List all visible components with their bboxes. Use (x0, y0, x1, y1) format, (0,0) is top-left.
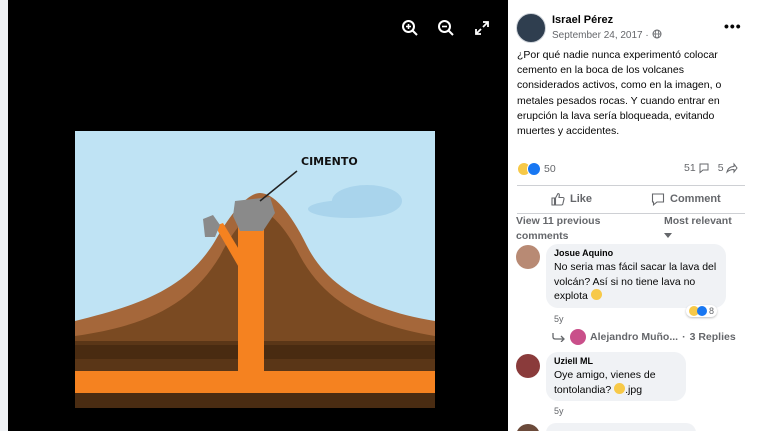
comment-text: No seria mas fácil sacar la lava del vol… (554, 260, 718, 304)
comment-bubble: Uziell ML Oye amigo, vienes de tontoland… (546, 352, 686, 401)
author-avatar[interactable] (516, 13, 546, 43)
comment-sort-dropdown[interactable]: Most relevant (664, 214, 734, 244)
comment-reaction-count: 8 (709, 306, 715, 316)
comment-author[interactable]: Josue Aquino (554, 248, 718, 258)
thumbs-up-icon (551, 192, 565, 206)
commenter-avatar[interactable] (516, 245, 540, 269)
replier-avatar (570, 329, 586, 345)
zoom-out-icon[interactable] (436, 18, 456, 38)
comment-text-content: No seria mas fácil sacar la lava del vol… (554, 261, 717, 302)
comment-time[interactable]: 5y (554, 314, 564, 324)
post-image[interactable]: CIMENTO (75, 131, 435, 408)
share-count[interactable]: 5 (718, 162, 724, 174)
comment-author[interactable]: Uziell ML (554, 356, 678, 366)
caret-down-icon (664, 233, 672, 238)
comment-text-suffix: .jpg (625, 383, 643, 396)
comment-time[interactable]: 5y (554, 406, 564, 416)
comment-share-counts: 51 5 (684, 162, 738, 174)
view-previous-comments-link[interactable]: View 11 previous comments (516, 214, 626, 244)
smile-emoji-icon (590, 289, 602, 300)
comment-reactions[interactable]: 8 (686, 305, 718, 317)
post-panel: Israel Pérez September 24, 2017 · ••• ¿P… (508, 0, 757, 431)
reaction-summary[interactable]: 50 (517, 162, 556, 176)
comment-icon (651, 193, 665, 206)
smile-emoji-icon (614, 382, 626, 394)
globe-icon (652, 29, 662, 39)
reply-separator: · (682, 331, 686, 343)
post-text: ¿Por qué nadie nunca experimentó colocar… (517, 49, 722, 138)
view-replies-link[interactable]: Alejandro Muño... · 3 Replies (552, 329, 736, 345)
replier-name: Alejandro Muño... (590, 331, 679, 343)
volcano-illustration (75, 131, 435, 408)
divider-top (517, 185, 745, 186)
commenter-avatar[interactable] (516, 424, 540, 431)
comment-button[interactable]: Comment (651, 192, 721, 206)
left-edge-strip (0, 0, 8, 431)
image-caption-label: CIMENTO (301, 155, 358, 168)
fullscreen-icon[interactable] (472, 18, 492, 38)
author-name[interactable]: Israel Pérez (552, 14, 613, 26)
commenter-avatar[interactable] (516, 354, 540, 378)
like-label: Like (570, 193, 593, 205)
post-date-text: September 24, 2017 · (552, 30, 649, 41)
comment-bubble: Josue Aquino No seria mas fácil sacar la… (546, 244, 726, 308)
reaction-count: 50 (544, 163, 556, 175)
photo-viewer: CIMENTO (8, 0, 508, 431)
reply-count: 3 Replies (689, 331, 736, 343)
comment-bubble (546, 423, 696, 431)
more-options-button[interactable]: ••• (724, 18, 742, 34)
comment-bubble-icon (699, 163, 709, 174)
comment-label: Comment (670, 193, 721, 205)
zoom-in-icon[interactable] (400, 18, 420, 38)
like-emoji-icon (527, 162, 541, 176)
reply-arrow-icon (552, 333, 565, 342)
like-button[interactable]: Like (551, 192, 592, 206)
share-arrow-icon (725, 162, 738, 174)
sort-label: Most relevant (664, 215, 732, 227)
post-date[interactable]: September 24, 2017 · (552, 29, 662, 41)
comment-count[interactable]: 51 (684, 162, 696, 174)
comment-text: Oye amigo, vienes de tontolandia? .jpg (554, 368, 678, 397)
like-emoji-icon (697, 306, 707, 316)
